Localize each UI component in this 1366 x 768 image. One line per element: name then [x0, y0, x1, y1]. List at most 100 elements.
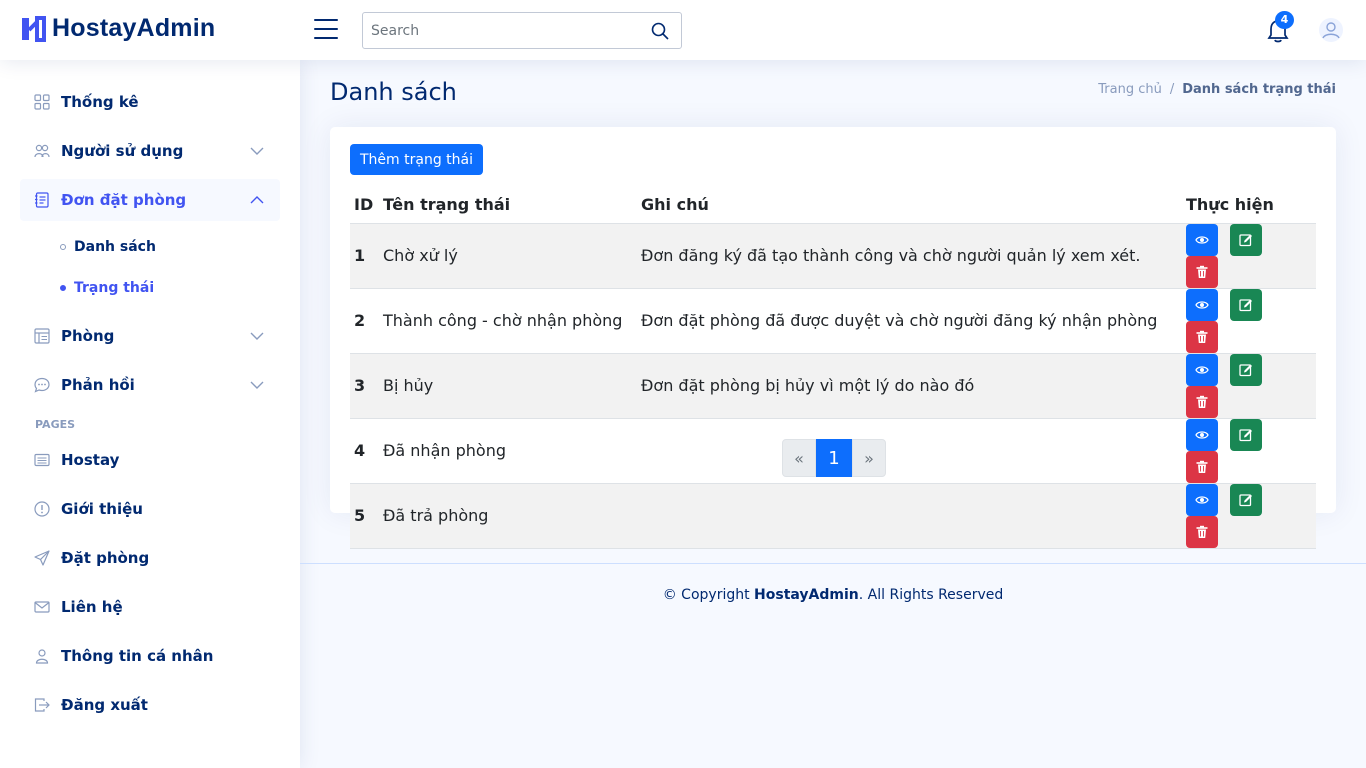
sidebar-item-label: Phản hồi [61, 376, 135, 394]
delete-button[interactable] [1186, 450, 1218, 483]
brand-name: HostayAdmin [52, 14, 216, 42]
status-table: ID Tên trạng thái Ghi chú Thực hiện 1 Chờ… [350, 187, 1316, 549]
view-button[interactable] [1186, 418, 1218, 451]
sidebar-item-nguoi-su-dung[interactable]: Người sử dụng [20, 130, 280, 172]
sidebar-item-thong-ke[interactable]: Thống kê [20, 81, 280, 123]
sidebar-item-gioi-thieu[interactable]: Giới thiệu [20, 488, 280, 530]
cell-note: Đơn đăng ký đã tạo thành công và chờ ngư… [637, 223, 1182, 289]
sidebar-item-label: Đăng xuất [61, 696, 148, 714]
sidebar-subitem-label: Trạng thái [74, 280, 155, 296]
trash-icon [1196, 395, 1208, 408]
breadcrumb-home-link[interactable]: Trang chủ [1098, 82, 1162, 97]
sidebar-item-label: Thống kê [61, 93, 139, 111]
sidebar-item-label: Hostay [61, 451, 120, 469]
cell-actions [1182, 483, 1316, 549]
layout-icon [34, 328, 50, 344]
sidebar: Thống kê Người sử dụng Đơn đặt phòng Dan… [0, 60, 300, 768]
view-button[interactable] [1186, 353, 1218, 386]
cell-actions [1182, 288, 1316, 354]
sidebar-toggle-icon[interactable] [314, 19, 338, 41]
top-header: HostayAdmin 4 [0, 0, 1366, 60]
edit-button[interactable] [1230, 353, 1262, 386]
sidebar-item-dang-xuat[interactable]: Đăng xuất [20, 684, 280, 726]
pencil-square-icon [1239, 428, 1252, 441]
info-circle-icon [34, 501, 50, 517]
delete-button[interactable] [1186, 385, 1218, 418]
sidebar-item-phong[interactable]: Phòng [20, 315, 280, 357]
edit-button[interactable] [1230, 483, 1262, 516]
notification-badge: 4 [1275, 11, 1294, 29]
cell-note: Đơn đặt phòng bị hủy vì một lý do nào đó [637, 353, 1182, 419]
sidebar-subitem-label: Danh sách [74, 239, 156, 255]
sidebar-item-label: Người sử dụng [61, 142, 184, 160]
table-row: 5 Đã trả phòng [350, 483, 1316, 549]
view-button[interactable] [1186, 483, 1218, 516]
status-list-card: Thêm trạng thái ID Tên trạng thái Ghi ch… [330, 127, 1336, 549]
cell-id: 4 [350, 418, 379, 484]
cell-status-name: Thành công - chờ nhận phòng [379, 288, 637, 354]
table-row: 3 Bị hủy Đơn đặt phòng bị hủy vì một lý do… [350, 353, 1316, 419]
trash-icon [1196, 460, 1208, 473]
view-button[interactable] [1186, 288, 1218, 321]
sidebar-item-label: Đặt phòng [61, 549, 150, 567]
search-input[interactable] [363, 13, 633, 48]
cell-status-name: Đã trả phòng [379, 483, 637, 549]
sidebar-item-dat-phong[interactable]: Đặt phòng [20, 537, 280, 579]
chevron-down-icon [250, 332, 264, 340]
sidebar-subitem-trang-thai[interactable]: Trạng thái [60, 280, 154, 296]
add-status-button[interactable]: Thêm trạng thái [350, 144, 483, 175]
person-icon [35, 649, 49, 664]
bullet-icon [60, 244, 66, 250]
cell-actions [1182, 353, 1316, 419]
edit-button[interactable] [1230, 223, 1262, 256]
brand-logo[interactable]: HostayAdmin [20, 14, 215, 43]
breadcrumb-separator: / [1169, 82, 1175, 97]
journal-icon [35, 192, 49, 208]
cell-id: 5 [350, 483, 379, 549]
view-button[interactable] [1186, 223, 1218, 256]
delete-button[interactable] [1186, 515, 1218, 548]
cell-note [637, 418, 1182, 484]
search-icon[interactable] [651, 22, 669, 40]
sidebar-item-lien-he[interactable]: Liên hệ [20, 586, 280, 628]
chevron-down-icon [250, 381, 264, 389]
pencil-square-icon [1239, 233, 1252, 246]
chevron-up-icon [250, 196, 264, 204]
pagination: « 1 » [782, 439, 886, 477]
trash-icon [1196, 330, 1208, 343]
column-header-id: ID [350, 187, 379, 224]
pencil-square-icon [1239, 363, 1252, 376]
eye-icon [1195, 300, 1209, 309]
copyright-prefix: © Copyright [662, 587, 755, 603]
cell-actions [1182, 418, 1316, 484]
user-avatar-icon[interactable] [1318, 17, 1344, 43]
card-list-icon [34, 453, 50, 467]
sidebar-subitem-danh-sach[interactable]: Danh sách [60, 239, 156, 255]
pagination-page-current[interactable]: 1 [816, 439, 852, 477]
eye-icon [1195, 235, 1209, 244]
chat-dots-icon [34, 377, 50, 393]
eye-icon [1195, 430, 1209, 439]
pagination-prev-button[interactable]: « [782, 439, 816, 477]
edit-button[interactable] [1230, 418, 1262, 451]
sidebar-item-phan-hoi[interactable]: Phản hồi [20, 364, 280, 406]
sidebar-item-hostay[interactable]: Hostay [20, 439, 280, 481]
breadcrumb-current: Danh sách trạng thái [1182, 82, 1336, 97]
sidebar-item-label: Thông tin cá nhân [61, 647, 214, 665]
column-header-note: Ghi chú [637, 187, 1182, 224]
sidebar-item-label: Giới thiệu [61, 500, 143, 518]
sidebar-item-thong-tin-ca-nhan[interactable]: Thông tin cá nhân [20, 635, 280, 677]
sidebar-item-label: Phòng [61, 327, 115, 345]
copyright-brand: HostayAdmin [754, 587, 859, 603]
sidebar-item-don-dat-phong[interactable]: Đơn đặt phòng [20, 179, 280, 221]
edit-button[interactable] [1230, 288, 1262, 321]
eye-icon [1195, 365, 1209, 374]
cell-id: 2 [350, 288, 379, 354]
footer: © Copyright HostayAdmin. All Rights Rese… [300, 563, 1366, 768]
cell-status-name: Đã nhận phòng [379, 418, 637, 484]
delete-button[interactable] [1186, 320, 1218, 353]
trash-icon [1196, 525, 1208, 538]
delete-button[interactable] [1186, 255, 1218, 288]
copyright-text: © Copyright HostayAdmin. All Rights Rese… [300, 587, 1366, 603]
pagination-next-button[interactable]: » [852, 439, 886, 477]
